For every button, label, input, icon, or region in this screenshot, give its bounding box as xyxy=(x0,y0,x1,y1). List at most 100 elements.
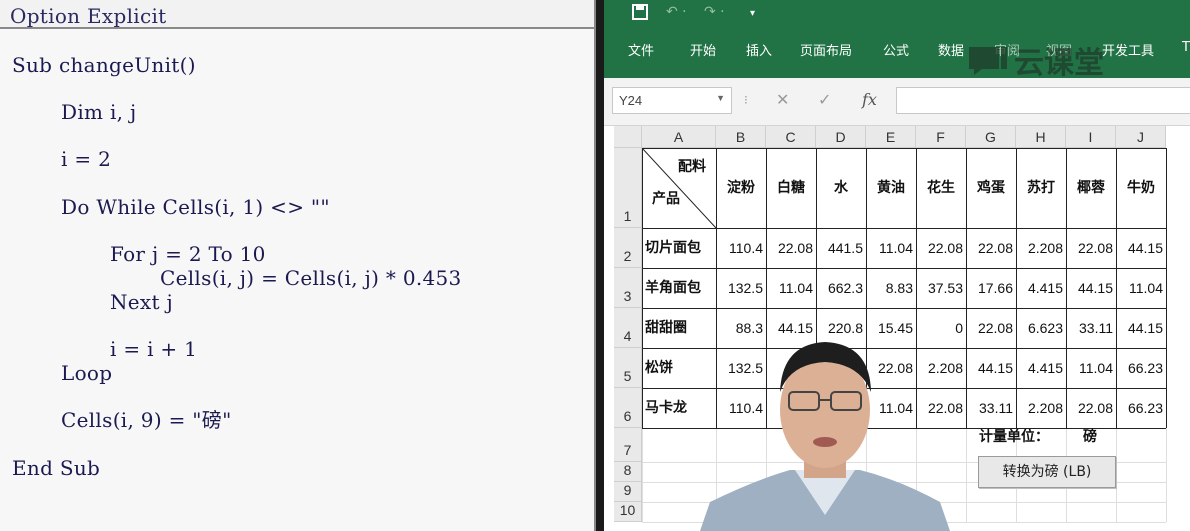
ingredient-header[interactable]: 水 xyxy=(816,148,866,228)
data-cell[interactable]: 11.04 xyxy=(766,268,816,308)
data-cell[interactable]: 4.415 xyxy=(1016,268,1066,308)
data-cell[interactable]: 44.15 xyxy=(1066,268,1116,308)
menu-developer[interactable]: 开发工具 xyxy=(1102,40,1154,59)
data-cell[interactable]: 22.08 xyxy=(916,228,966,268)
ingredient-header[interactable]: 淀粉 xyxy=(716,148,766,228)
data-cell[interactable]: 44.15 xyxy=(966,348,1016,388)
ingredient-header[interactable]: 牛奶 xyxy=(1116,148,1166,228)
row-header-9[interactable]: 9 xyxy=(614,482,642,502)
code-line-sub: Sub changeUnit() xyxy=(12,53,196,77)
cancel-icon[interactable]: ✕ xyxy=(776,90,789,109)
data-cell[interactable]: 17.66 xyxy=(966,268,1016,308)
data-cell[interactable]: 22.08 xyxy=(766,228,816,268)
row-header-7[interactable]: 7 xyxy=(614,428,642,462)
code-line-for: For j = 2 To 10 xyxy=(110,242,266,266)
menu-file[interactable]: 文件 xyxy=(628,40,654,59)
customize-qat-icon[interactable]: ▾ xyxy=(750,8,755,19)
data-cell[interactable]: 22.08 xyxy=(966,308,1016,348)
data-cell[interactable]: 37.53 xyxy=(916,268,966,308)
data-cell[interactable]: 11.04 xyxy=(866,228,916,268)
data-cell[interactable]: 132.5 xyxy=(716,268,766,308)
function-icon[interactable]: fx xyxy=(862,90,877,109)
data-cell[interactable]: 110.4 xyxy=(716,228,766,268)
menu-insert[interactable]: 插入 xyxy=(746,40,772,59)
column-header-f[interactable]: F xyxy=(916,126,966,148)
chevron-down-icon[interactable]: ▼ xyxy=(716,93,725,103)
code-line-assign: Cells(i, j) = Cells(i, j) * 0.453 xyxy=(160,266,462,290)
menu-overflow[interactable]: T xyxy=(1182,40,1190,55)
column-header-d[interactable]: D xyxy=(816,126,866,148)
ribbon-bar: ↶ · ↷ · ▾ 文件 开始 插入 页面布局 公式 数据 审阅 视图 开发工具… xyxy=(604,0,1190,81)
data-cell[interactable]: 11.04 xyxy=(1116,268,1166,308)
code-line-end-sub: End Sub xyxy=(12,456,101,480)
row-header-3[interactable]: 3 xyxy=(614,268,642,308)
convert-to-pounds-button[interactable]: 转换为磅 (LB) xyxy=(978,456,1116,488)
data-cell[interactable]: 2.208 xyxy=(1016,388,1066,428)
data-cell[interactable]: 22.08 xyxy=(966,228,1016,268)
ingredient-header[interactable]: 苏打 xyxy=(1016,148,1066,228)
formula-input[interactable] xyxy=(896,87,1190,114)
vba-code-editor[interactable]: Option Explicit Sub changeUnit() Dim i, … xyxy=(0,0,596,531)
data-cell[interactable]: 33.11 xyxy=(966,388,1016,428)
code-line-increment: i = i + 1 xyxy=(110,337,198,361)
product-name-cell[interactable]: 切片面包 xyxy=(645,228,716,268)
save-icon[interactable] xyxy=(632,4,648,24)
redo-icon[interactable]: ↷ · xyxy=(704,4,725,20)
menu-page-layout[interactable]: 页面布局 xyxy=(800,40,852,59)
data-cell[interactable]: 66.23 xyxy=(1116,348,1166,388)
data-cell[interactable]: 44.15 xyxy=(1116,308,1166,348)
column-header-g[interactable]: G xyxy=(966,126,1016,148)
name-box[interactable]: Y24 ▼ xyxy=(612,87,732,114)
data-cell[interactable]: 22.08 xyxy=(1066,388,1116,428)
header-products-label[interactable]: 产品 xyxy=(652,188,680,208)
column-header-i[interactable]: I xyxy=(1066,126,1116,148)
enter-icon[interactable]: ✓ xyxy=(818,90,831,109)
unit-value: 磅 xyxy=(1083,429,1097,445)
column-header-j[interactable]: J xyxy=(1116,126,1166,148)
option-explicit-line: Option Explicit xyxy=(10,4,167,28)
row-header-8[interactable]: 8 xyxy=(614,462,642,482)
column-header-b[interactable]: B xyxy=(716,126,766,148)
menu-home[interactable]: 开始 xyxy=(690,40,716,59)
code-line-init-i: i = 2 xyxy=(61,147,112,171)
header-ingredients-label[interactable]: 配料 xyxy=(678,156,706,176)
data-cell[interactable]: 8.83 xyxy=(866,268,916,308)
ingredient-header[interactable]: 椰蓉 xyxy=(1066,148,1116,228)
row-header-2[interactable]: 2 xyxy=(614,228,642,268)
menu-data[interactable]: 数据 xyxy=(938,40,964,59)
column-header-a[interactable]: A xyxy=(642,126,716,148)
ingredient-header[interactable]: 黄油 xyxy=(866,148,916,228)
ingredient-header[interactable]: 白糖 xyxy=(766,148,816,228)
product-name-cell[interactable]: 羊角面包 xyxy=(645,268,716,308)
code-line-do-while: Do While Cells(i, 1) <> "" xyxy=(61,195,330,219)
row-header-10[interactable]: 10 xyxy=(614,502,642,522)
data-cell[interactable]: 66.23 xyxy=(1116,388,1166,428)
column-header-h[interactable]: H xyxy=(1016,126,1066,148)
data-cell[interactable]: 441.5 xyxy=(816,228,866,268)
menu-formulas[interactable]: 公式 xyxy=(883,40,909,59)
data-cell[interactable]: 33.11 xyxy=(1066,308,1116,348)
data-cell[interactable]: 2.208 xyxy=(1016,228,1066,268)
data-cell[interactable]: 22.08 xyxy=(1066,228,1116,268)
data-cell[interactable]: 44.15 xyxy=(1116,228,1166,268)
data-cell[interactable]: 4.415 xyxy=(1016,348,1066,388)
code-line-next: Next j xyxy=(110,290,174,314)
ingredient-header[interactable]: 花生 xyxy=(916,148,966,228)
row-header-6[interactable]: 6 xyxy=(614,388,642,428)
data-cell[interactable]: 11.04 xyxy=(1066,348,1116,388)
column-header-e[interactable]: E xyxy=(866,126,916,148)
undo-icon[interactable]: ↶ · xyxy=(666,4,687,20)
row-header-1[interactable]: 1 xyxy=(614,148,642,228)
ingredient-header[interactable]: 鸡蛋 xyxy=(966,148,1016,228)
presenter-video-overlay xyxy=(700,342,950,531)
unit-label: 计量单位： xyxy=(979,429,1049,445)
column-header-c[interactable]: C xyxy=(766,126,816,148)
code-header-bar: Option Explicit xyxy=(0,0,594,29)
data-cell[interactable]: 6.623 xyxy=(1016,308,1066,348)
select-all-corner[interactable] xyxy=(614,126,642,148)
data-cell[interactable]: 662.3 xyxy=(816,268,866,308)
row-header-4[interactable]: 4 xyxy=(614,308,642,348)
watermark-text: 云课堂 xyxy=(1014,46,1104,81)
row-header-5[interactable]: 5 xyxy=(614,348,642,388)
table-border xyxy=(1166,148,1167,428)
